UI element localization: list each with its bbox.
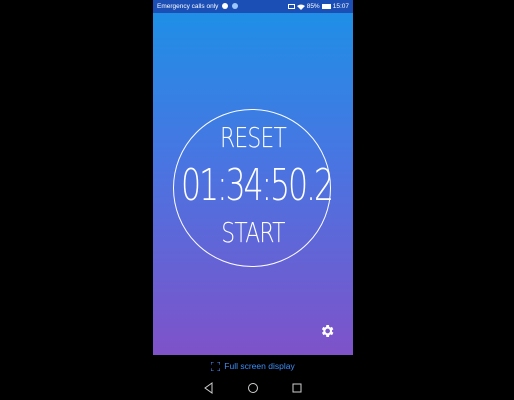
status-right: 85% 15:07 — [287, 0, 349, 13]
stopwatch-screen: RESET 01:34:50.2 START — [153, 13, 353, 355]
app-notification-icon — [232, 3, 239, 10]
gear-icon[interactable] — [319, 323, 335, 339]
battery-percent: 85% — [306, 3, 320, 10]
notification-icon — [222, 3, 229, 10]
recents-icon[interactable] — [291, 382, 303, 394]
start-button[interactable]: START — [175, 216, 331, 249]
full-screen-label: Full screen display — [224, 361, 295, 371]
status-bar: Emergency calls only 85% 15:07 — [153, 0, 353, 13]
wifi-icon — [296, 4, 305, 10]
clock: 15:07 — [332, 3, 349, 10]
home-icon[interactable] — [247, 382, 259, 394]
full-screen-button[interactable]: Full screen display — [153, 358, 353, 374]
vibrate-icon — [287, 4, 295, 9]
battery-icon — [321, 4, 331, 9]
navigation-bar — [0, 379, 514, 399]
elapsed-time: 01:34:50.2 — [181, 160, 334, 211]
reset-button[interactable]: RESET — [175, 121, 331, 154]
carrier-text: Emergency calls only — [157, 3, 219, 10]
expand-icon — [211, 361, 221, 371]
back-icon[interactable] — [203, 382, 215, 394]
status-left: Emergency calls only — [157, 0, 239, 13]
